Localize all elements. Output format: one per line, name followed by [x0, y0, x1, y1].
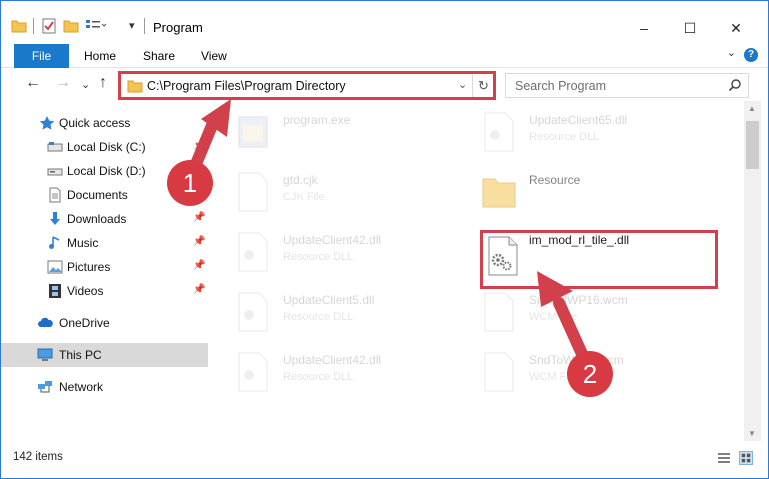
file-name: Resource: [529, 173, 581, 187]
window-title: Program: [153, 20, 203, 35]
file-name: UpdateClient5.dll: [283, 293, 375, 307]
minimize-button[interactable]: –: [621, 15, 667, 41]
nav-item-pictures[interactable]: Pictures 📌: [1, 255, 208, 279]
folder-icon: [482, 178, 516, 208]
file-name: UpdateClient42.dll: [283, 233, 382, 247]
nav-label: Network: [59, 380, 104, 394]
nav-label: Documents: [67, 188, 128, 202]
status-bar: 142 items: [1, 445, 768, 469]
nav-label: Local Disk (D:): [67, 164, 146, 178]
large-icons-view-icon[interactable]: [739, 451, 753, 465]
nav-label: Local Disk (C:): [67, 140, 146, 154]
file-item[interactable]: UpdateClient42.dll Resource DLL: [235, 347, 455, 403]
customize-toolbar-icon[interactable]: ▾: [129, 19, 135, 35]
dll-file-icon: [484, 112, 514, 152]
nav-label: This PC: [59, 348, 102, 362]
file-type: Resource DLL: [283, 371, 354, 383]
file-name: UpdateClient42.dll: [283, 353, 382, 367]
nav-label: Pictures: [67, 260, 111, 274]
nav-item-videos[interactable]: Videos 📌: [1, 279, 208, 303]
file-type: Resource DLL: [529, 131, 600, 143]
nav-item-downloads[interactable]: Downloads 📌: [1, 207, 208, 231]
pin-icon: 📌: [193, 284, 206, 295]
cloud-icon: [38, 317, 53, 327]
recent-locations-button[interactable]: ⌄: [81, 78, 90, 91]
file-type: Resource DLL: [283, 311, 354, 323]
film-icon: [49, 284, 61, 298]
scroll-thumb[interactable]: [746, 121, 759, 169]
tab-file[interactable]: File: [14, 44, 69, 68]
file-item[interactable]: UpdateClient5.dll Resource DLL: [235, 287, 455, 343]
step-badge-1: 1: [167, 160, 213, 206]
properties-icon[interactable]: [41, 18, 57, 34]
nav-label: Music: [67, 236, 99, 250]
explorer-window: ▾ Program – ☐ ✕ File Home Share View ⌄ ?…: [0, 0, 769, 479]
network-icon: [38, 381, 52, 393]
nav-item-this-pc[interactable]: This PC: [1, 343, 208, 367]
file-item[interactable]: gtd.cjk CJK File: [235, 167, 455, 223]
ribbon-tabs: File Home Share View ⌄ ?: [1, 44, 768, 68]
title-separator-2: [144, 18, 145, 34]
file-item[interactable]: UpdateClient65.dll Resource DLL: [481, 107, 721, 163]
vertical-scrollbar[interactable]: ▲ ▼: [744, 101, 761, 441]
computer-icon: [37, 348, 53, 361]
nav-label: OneDrive: [59, 316, 110, 330]
up-button[interactable]: ↑: [99, 74, 107, 92]
expand-ribbon-icon[interactable]: ⌄: [727, 46, 736, 59]
file-item[interactable]: UpdateClient42.dll Resource DLL: [235, 227, 455, 283]
pin-icon: 📌: [193, 236, 206, 247]
scroll-up-icon[interactable]: ▲: [748, 104, 756, 113]
pin-icon: 📌: [193, 212, 206, 223]
file-name: gtd.cjk: [283, 173, 318, 187]
search-box[interactable]: Search Program: [505, 73, 749, 98]
nav-label: Downloads: [67, 212, 127, 226]
details-view-icon[interactable]: [717, 451, 731, 465]
file-item[interactable]: program.exe: [235, 107, 455, 163]
view-options-icon[interactable]: [85, 18, 107, 34]
file-name: program.exe: [283, 113, 351, 127]
file-type: CJK File: [283, 191, 325, 203]
nav-item-onedrive[interactable]: OneDrive: [1, 311, 208, 335]
generic-file-icon: [484, 292, 514, 332]
picture-icon: [47, 260, 63, 274]
tab-home[interactable]: Home: [84, 44, 116, 68]
title-separator: [33, 18, 34, 34]
nav-item-music[interactable]: Music 📌: [1, 231, 208, 255]
file-name: UpdateClient65.dll: [529, 113, 628, 127]
folder-icon: [11, 20, 27, 33]
file-type: Resource DLL: [283, 251, 354, 263]
nav-label: Quick access: [59, 116, 131, 130]
dll-file-icon: [238, 352, 268, 392]
close-button[interactable]: ✕: [713, 15, 759, 41]
nav-item-network[interactable]: Network: [1, 375, 208, 399]
star-icon: [39, 116, 55, 130]
tab-view[interactable]: View: [201, 44, 227, 68]
back-button[interactable]: ←: [25, 74, 41, 92]
forward-button[interactable]: →: [55, 74, 71, 92]
download-arrow-icon: [50, 212, 60, 225]
item-count: 142 items: [13, 451, 63, 463]
search-placeholder[interactable]: Search Program: [515, 79, 606, 93]
drive-icon: [47, 168, 63, 176]
step-badge-2: 2: [567, 351, 613, 397]
pin-icon: 📌: [193, 260, 206, 271]
title-bar: ▾ Program – ☐ ✕: [1, 1, 768, 41]
drive-icon: [47, 142, 63, 152]
dll-file-icon: [238, 232, 268, 272]
help-button[interactable]: ?: [744, 48, 758, 62]
new-folder-icon[interactable]: [63, 18, 79, 34]
dll-file-icon: [238, 292, 268, 332]
generic-file-icon: [484, 352, 514, 392]
document-icon: [49, 187, 61, 203]
folder-item[interactable]: Resource: [481, 167, 721, 223]
scroll-down-icon[interactable]: ▼: [748, 429, 756, 438]
maximize-button[interactable]: ☐: [667, 15, 713, 41]
nav-label: Videos: [67, 284, 104, 298]
search-icon[interactable]: [728, 78, 742, 92]
music-note-icon: [49, 236, 60, 249]
tab-share[interactable]: Share: [143, 44, 175, 68]
